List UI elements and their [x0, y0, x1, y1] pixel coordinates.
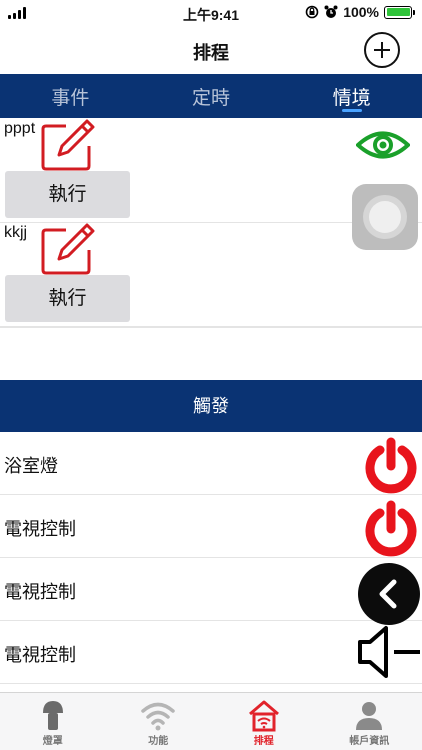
edit-icon[interactable] [40, 118, 96, 172]
trigger-row[interactable]: 電視控制 [0, 495, 422, 558]
scene-name: pppt [4, 120, 36, 137]
scene-name: kkjj [4, 224, 28, 241]
nav-bar: 排程 [0, 26, 422, 74]
tabbar-label: 燈罩 [42, 736, 63, 747]
tabbar-item-account[interactable]: 帳戶資訊 [317, 693, 422, 750]
segment-tabs: 事件 定時 情境 [0, 74, 422, 118]
status-right: 100% [305, 4, 415, 20]
tab-timer[interactable]: 定時 [141, 74, 282, 118]
alarm-icon [324, 5, 338, 18]
page-title: 排程 [193, 43, 229, 63]
home-wifi-icon [248, 700, 279, 732]
trigger-label: 浴室燈 [4, 456, 58, 476]
tabbar-item-lamp[interactable]: 燈罩 [0, 693, 106, 750]
assistive-touch-button[interactable] [352, 184, 418, 250]
rotation-lock-icon [305, 5, 319, 19]
eye-icon[interactable] [356, 128, 410, 162]
speaker-icon[interactable] [356, 622, 422, 682]
scene-list-footer [0, 327, 422, 380]
trigger-row[interactable]: 浴室燈 [0, 432, 422, 495]
run-button[interactable]: 執行 [5, 275, 130, 322]
power-icon[interactable] [360, 499, 422, 561]
tab-scenario[interactable]: 情境 [281, 74, 422, 118]
tabbar-label: 排程 [253, 736, 274, 747]
battery-icon [384, 5, 415, 19]
tab-event[interactable]: 事件 [0, 74, 141, 118]
trigger-label: 電視控制 [4, 582, 76, 602]
edit-icon[interactable] [40, 222, 96, 276]
wifi-icon [141, 702, 175, 731]
tabbar-label: 功能 [148, 736, 169, 747]
user-icon [356, 702, 383, 730]
trigger-label: 電視控制 [4, 645, 76, 665]
run-button[interactable]: 執行 [5, 171, 130, 218]
status-bar: 上午9:41 100% [0, 0, 422, 26]
trigger-label: 電視控制 [4, 519, 76, 539]
trigger-header: 觸發 [0, 380, 422, 432]
back-icon[interactable] [358, 563, 420, 625]
tab-bar: 燈罩 功能 排程 帳戶資訊 [0, 692, 422, 750]
battery-percent: 100% [343, 4, 379, 20]
tabbar-item-function[interactable]: 功能 [106, 693, 212, 750]
tabbar-label: 帳戶資訊 [349, 736, 390, 747]
add-button[interactable] [364, 32, 400, 68]
lamp-icon [42, 701, 63, 730]
tabbar-item-schedule[interactable]: 排程 [211, 693, 317, 750]
power-icon[interactable] [360, 436, 422, 498]
